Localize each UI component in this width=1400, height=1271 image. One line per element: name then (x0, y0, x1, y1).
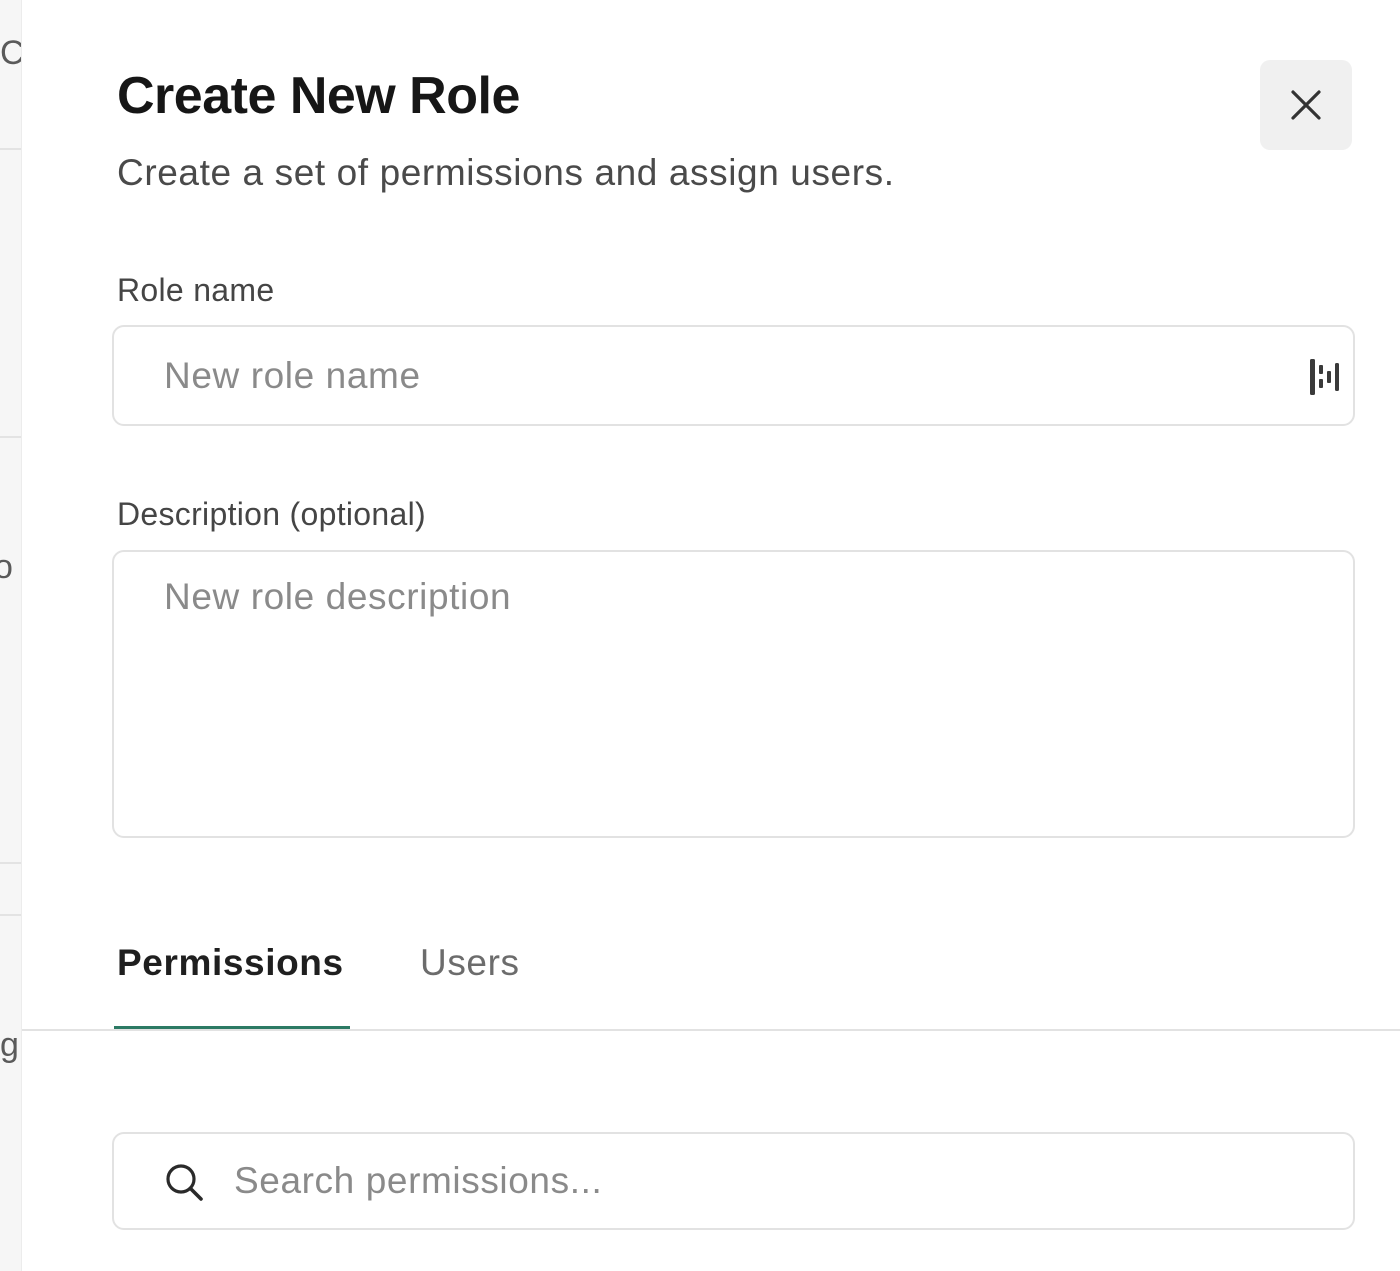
close-button[interactable] (1260, 60, 1352, 150)
background-page: C o gi (0, 0, 22, 1271)
password-manager-icon[interactable] (1307, 357, 1341, 397)
create-role-dialog: Create New Role Create a set of permissi… (22, 0, 1400, 1271)
search-permissions-input[interactable] (234, 1134, 1314, 1228)
role-tabs: Permissions Users (22, 920, 1400, 1031)
background-divider (0, 914, 21, 916)
background-text-fragment: C (0, 36, 21, 70)
description-textarea[interactable] (164, 576, 1314, 816)
active-tab-indicator (114, 1026, 350, 1029)
background-divider (0, 862, 21, 864)
search-icon (166, 1164, 203, 1201)
permissions-search-field (112, 1132, 1355, 1230)
tab-users[interactable]: Users (420, 942, 520, 984)
description-field (112, 550, 1355, 838)
role-name-input[interactable] (164, 327, 1264, 424)
background-divider (0, 148, 21, 150)
role-name-label: Role name (117, 272, 275, 308)
tab-permissions[interactable]: Permissions (117, 942, 344, 984)
description-label: Description (optional) (117, 496, 426, 532)
background-text-fragment: gi (0, 1026, 21, 1064)
dialog-title: Create New Role (117, 67, 520, 125)
background-divider (0, 436, 21, 438)
dialog-subtitle: Create a set of permissions and assign u… (117, 152, 895, 193)
background-text-fragment: o (0, 550, 13, 584)
role-name-field (112, 325, 1355, 426)
close-icon (1291, 90, 1321, 120)
